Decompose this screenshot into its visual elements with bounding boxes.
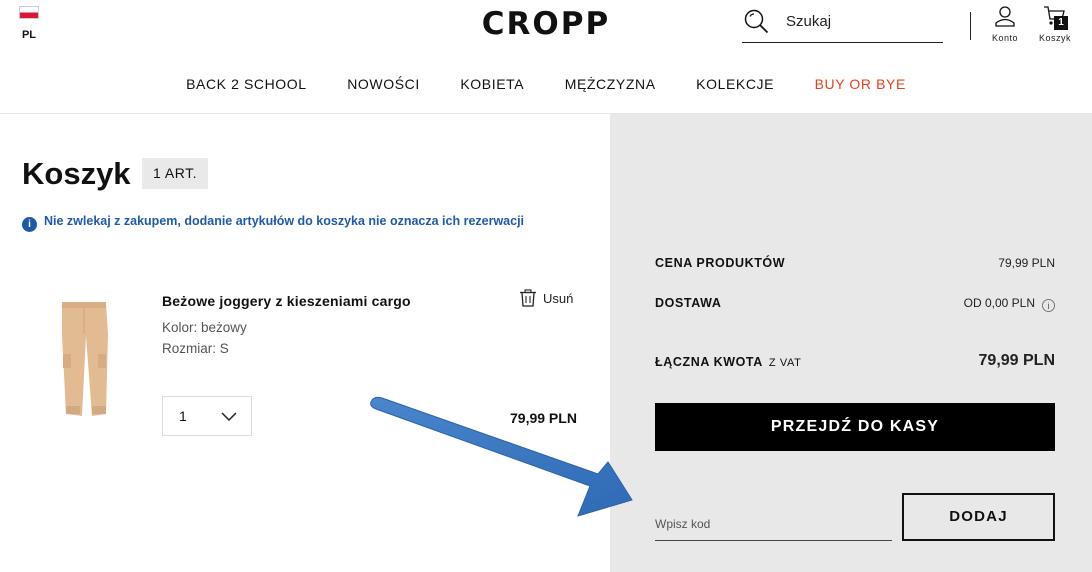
arrow-shape xyxy=(370,396,633,517)
vat-label: Z VAT xyxy=(768,357,802,369)
info-icon: i xyxy=(22,217,37,232)
language-label: PL xyxy=(21,29,37,41)
nav-item-buy-or-bye[interactable]: BUY OR BYE xyxy=(815,76,906,92)
chevron-down-icon xyxy=(221,412,237,422)
grand-total-label-wrap: ŁĄCZNA KWOTA Z VAT xyxy=(655,355,801,369)
remove-item-button[interactable]: Usuń xyxy=(519,289,573,307)
search-bar[interactable] xyxy=(742,4,943,43)
product-size: Rozmiar: S xyxy=(162,341,229,356)
search-input[interactable] xyxy=(786,11,936,31)
header-divider xyxy=(970,12,971,40)
trash-icon xyxy=(520,289,536,307)
product-name[interactable]: Beżowe joggery z kieszeniami cargo xyxy=(162,293,411,309)
account-button[interactable]: Konto xyxy=(986,4,1024,43)
checkout-button[interactable]: PRZEJDŹ DO KASY xyxy=(655,403,1055,451)
products-total-value: 79,99 PLN xyxy=(998,256,1055,270)
language-selector[interactable]: PL xyxy=(18,6,40,41)
nav-item-back-2-school[interactable]: BACK 2 SCHOOL xyxy=(186,76,307,92)
nav-item-mezczyzna[interactable]: MĘŻCZYZNA xyxy=(565,76,656,92)
main-nav: BACK 2 SCHOOL NOWOŚCI KOBIETA MĘŻCZYZNA … xyxy=(0,76,1092,92)
quantity-value: 1 xyxy=(179,408,187,424)
item-price: 79,99 PLN xyxy=(510,410,577,426)
quantity-select[interactable]: 1 xyxy=(162,396,252,436)
nav-item-kobieta[interactable]: KOBIETA xyxy=(460,76,524,92)
account-label: Konto xyxy=(991,33,1019,43)
delivery-value-wrap: OD 0,00 PLN i xyxy=(964,296,1055,312)
poland-flag-icon xyxy=(19,6,39,19)
delivery-label: DOSTAWA xyxy=(655,296,722,310)
product-image[interactable] xyxy=(40,294,130,422)
reservation-notice: i Nie zwlekaj z zakupem, dodanie artykułó… xyxy=(22,214,524,232)
grand-total-value: 79,99 PLN xyxy=(978,352,1055,369)
delivery-info-icon[interactable]: i xyxy=(1042,299,1055,312)
logo[interactable]: CROPP xyxy=(480,8,612,40)
cart-count-badge: 1 xyxy=(1054,16,1068,30)
site-header: PL CROPP Konto 1 Koszyk BACK 2 SCHOOL NO… xyxy=(0,0,1092,114)
nav-item-kolekcje[interactable]: KOLEKCJE xyxy=(696,76,774,92)
order-summary: CENA PRODUKTÓW 79,99 PLN DOSTAWA OD 0,00… xyxy=(610,114,1092,572)
page-title: Koszyk xyxy=(22,156,131,191)
user-icon xyxy=(995,6,1015,27)
add-promo-button[interactable]: DODAJ xyxy=(902,493,1055,541)
promo-code-input[interactable] xyxy=(655,514,885,534)
cart-button[interactable]: 1 Koszyk xyxy=(1036,4,1074,43)
reservation-notice-text: Nie zwlekaj z zakupem, dodanie artykułów… xyxy=(44,214,525,228)
grand-total-label: ŁĄCZNA KWOTA xyxy=(655,355,763,369)
products-total-label: CENA PRODUKTÓW xyxy=(655,256,786,270)
delivery-value: OD 0,00 PLN xyxy=(963,296,1035,310)
search-icon[interactable] xyxy=(743,8,769,34)
item-count-badge: 1 ART. xyxy=(142,158,208,189)
nav-item-nowosci[interactable]: NOWOŚCI xyxy=(347,76,420,92)
remove-item-label: Usuń xyxy=(543,290,574,306)
product-color: Kolor: beżowy xyxy=(162,320,247,335)
cart-label: Koszyk xyxy=(1038,33,1071,43)
promo-code-field[interactable] xyxy=(655,504,892,541)
